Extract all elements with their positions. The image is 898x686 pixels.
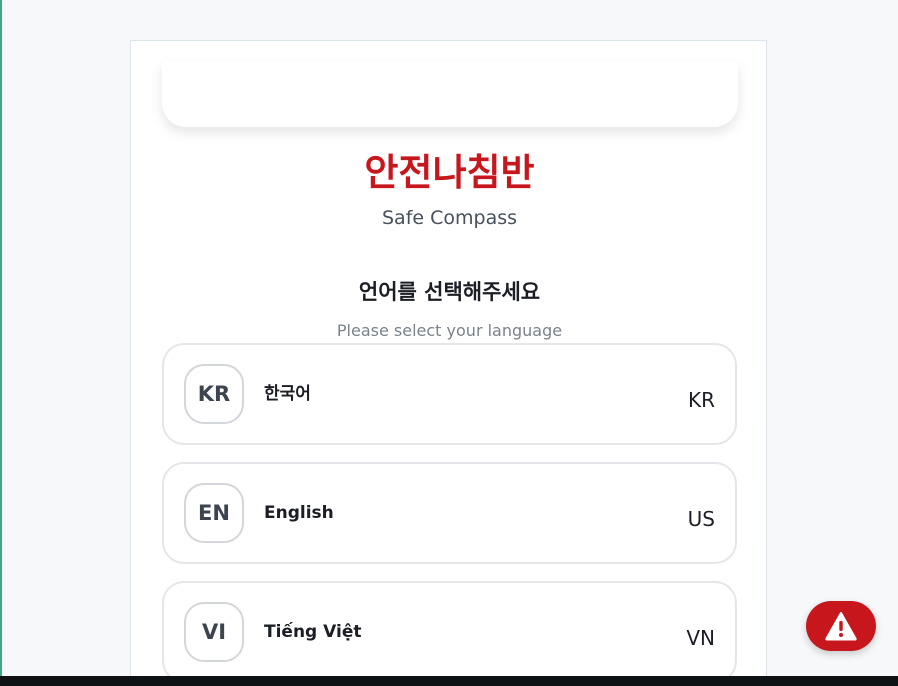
emergency-alert-button[interactable]: [806, 601, 876, 651]
header-panel: [162, 61, 738, 127]
country-code: KR: [687, 388, 715, 412]
app-title: 안전나침반: [364, 151, 535, 194]
language-code-badge: KR: [184, 364, 244, 424]
language-name: Tiếng Việt: [264, 622, 362, 642]
app-subtitle: Safe Compass: [381, 207, 518, 229]
language-prompt-korean: 언어를 선택해주세요: [358, 280, 541, 304]
language-option-korean[interactable]: KR 한국어 KR: [162, 343, 737, 445]
country-code: VN: [686, 626, 715, 650]
language-name: English: [264, 503, 334, 523]
left-edge-accent: [0, 0, 2, 676]
warning-triangle-icon: [825, 612, 857, 641]
language-option-english[interactable]: EN English US: [162, 462, 737, 564]
country-code: US: [687, 507, 715, 531]
language-code-badge: EN: [184, 483, 244, 543]
language-option-vietnamese[interactable]: VI Tiếng Việt VN: [162, 581, 737, 683]
language-prompt-english: Please select your language: [336, 321, 563, 340]
language-code-badge: VI: [184, 602, 244, 662]
bottom-system-bar: [0, 676, 898, 686]
language-select-card: 안전나침반 Safe Compass 언어를 선택해주세요 Please sel…: [130, 40, 767, 686]
language-name: 한국어: [264, 384, 311, 404]
